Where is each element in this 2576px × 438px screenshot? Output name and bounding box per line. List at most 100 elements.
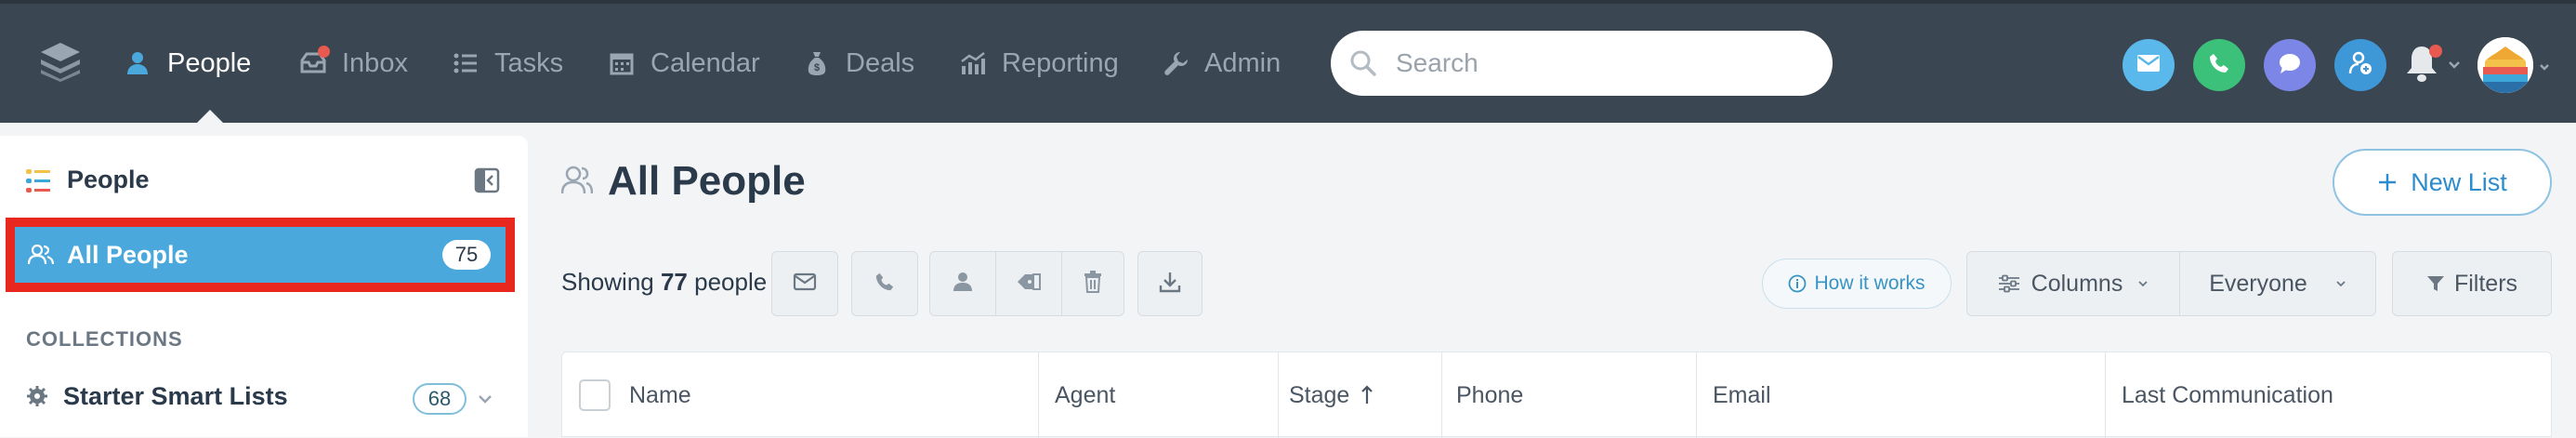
phone-icon [2208, 52, 2230, 79]
all-people-label: All People [67, 240, 189, 269]
column-header-label: Agent [1055, 381, 1116, 408]
how-it-works-button[interactable]: How it works [1762, 259, 1952, 309]
notifications-button[interactable] [2403, 43, 2444, 87]
nav-item-label: Tasks [494, 47, 564, 78]
chevron-down-icon [2335, 280, 2346, 287]
people-count: 77 [660, 268, 688, 296]
column-divider [1278, 352, 1279, 438]
quick-email-button[interactable] [2123, 39, 2175, 91]
column-header-last-communication[interactable]: Last Communication [2122, 352, 2333, 438]
nav-item-label: Calendar [651, 47, 760, 78]
info-icon [1788, 274, 1807, 293]
chevron-down-icon[interactable] [2539, 60, 2550, 76]
people-list-icon [24, 167, 52, 200]
filters-button[interactable]: Filters [2392, 251, 2552, 316]
showing-suffix: people [694, 268, 768, 296]
column-header-label: Name [629, 381, 691, 408]
nav-item-label: Deals [846, 47, 915, 78]
all-people-selected: All People 75 [15, 227, 506, 283]
column-header-email[interactable]: Email [1713, 352, 1771, 438]
new-list-label: New List [2411, 167, 2507, 196]
nav-item-calendar[interactable]: Calendar [606, 45, 760, 82]
page-title: All People [608, 158, 806, 204]
nav-item-tasks[interactable]: Tasks [450, 45, 563, 82]
column-header-label: Phone [1456, 381, 1524, 408]
column-header-phone[interactable]: Phone [1456, 352, 1523, 438]
everyone-dropdown[interactable]: Everyone [2179, 251, 2376, 316]
nav-item-people[interactable]: People [123, 45, 251, 82]
collection-label: Starter Smart Lists [63, 381, 288, 410]
nav-top-border [0, 0, 2576, 4]
bell-icon [2403, 46, 2440, 87]
chart-icon [957, 47, 989, 79]
columns-dropdown[interactable]: Columns [1966, 251, 2180, 316]
mail-icon [793, 272, 817, 296]
quick-text-button[interactable] [2264, 39, 2316, 91]
delete-button[interactable] [1061, 251, 1124, 316]
plus-icon [2377, 172, 2398, 192]
search-bar[interactable] [1331, 31, 1833, 96]
tag-icon [1016, 272, 1042, 297]
collection-starter-smart-lists[interactable]: Starter Smart Lists [26, 378, 288, 415]
nav-item-admin[interactable]: Admin [1160, 45, 1281, 82]
sidebar-item-all-people[interactable]: All People 75 [6, 218, 515, 292]
sliders-icon [1998, 274, 2020, 293]
nav-item-inbox[interactable]: Inbox [297, 45, 408, 82]
phone-icon [874, 272, 895, 297]
column-header-label: Stage [1289, 381, 1350, 408]
inbox-notification-dot [318, 46, 330, 58]
column-header-name[interactable]: Name [629, 352, 691, 438]
people-table: Name Agent Stage Phone Email Last Commun… [561, 352, 2552, 438]
collections-heading: COLLECTIONS [26, 327, 183, 351]
sidebar: People All People 75 COLLECTIONS Starter… [0, 136, 528, 437]
nav-item-label: Inbox [342, 47, 408, 78]
assign-agent-button[interactable] [929, 251, 996, 316]
search-input[interactable] [1394, 47, 1807, 79]
tag-button[interactable] [995, 251, 1062, 316]
chevron-down-icon[interactable] [478, 392, 493, 409]
gear-icon [26, 385, 48, 407]
funnel-icon [2426, 274, 2445, 293]
sidebar-title: People [67, 166, 150, 193]
export-button[interactable] [1137, 251, 1203, 316]
column-header-agent[interactable]: Agent [1055, 352, 1115, 438]
quick-add-person-button[interactable] [2334, 39, 2386, 91]
person-icon [953, 272, 973, 297]
everyone-label: Everyone [2209, 270, 2307, 297]
quick-call-button[interactable] [2193, 39, 2245, 91]
column-divider [1441, 352, 1442, 438]
nav-item-label: Admin [1204, 47, 1281, 78]
avatar[interactable] [2477, 37, 2533, 93]
wrench-icon [1160, 47, 1191, 79]
column-header-stage[interactable]: Stage [1289, 352, 1373, 438]
nav-item-deals[interactable]: $ Deals [801, 45, 914, 82]
column-divider [2105, 352, 2106, 438]
column-divider [1696, 352, 1697, 438]
select-all-checkbox-cell [579, 352, 611, 438]
mail-icon [2136, 54, 2161, 77]
app-logo-icon[interactable] [37, 41, 84, 82]
nav-item-reporting[interactable]: Reporting [957, 45, 1119, 82]
showing-prefix: Showing [561, 268, 654, 296]
bulk-email-button[interactable] [771, 251, 838, 316]
top-nav-bar: People Inbox Tasks Calendar $ Deals Repo… [0, 0, 2576, 123]
list-icon [450, 47, 481, 79]
add-person-icon [2348, 51, 2372, 80]
bulk-call-button[interactable] [851, 251, 918, 316]
calendar-icon [606, 47, 637, 79]
active-nav-caret [197, 110, 223, 123]
sort-arrow-up-icon [1360, 385, 1373, 405]
columns-label: Columns [2031, 270, 2123, 297]
collection-count-badge: 68 [413, 383, 467, 415]
chevron-down-icon[interactable] [2448, 58, 2461, 74]
search-icon [1349, 49, 1377, 77]
svg-text:$: $ [814, 62, 820, 73]
column-header-label: Email [1713, 381, 1771, 408]
notification-dot [2429, 45, 2442, 58]
inbox-icon [297, 46, 330, 79]
collapse-sidebar-icon[interactable] [474, 167, 500, 198]
person-icon [123, 47, 154, 79]
select-all-checkbox[interactable] [579, 379, 611, 411]
column-header-label: Last Communication [2122, 381, 2333, 408]
new-list-button[interactable]: New List [2333, 149, 2552, 216]
